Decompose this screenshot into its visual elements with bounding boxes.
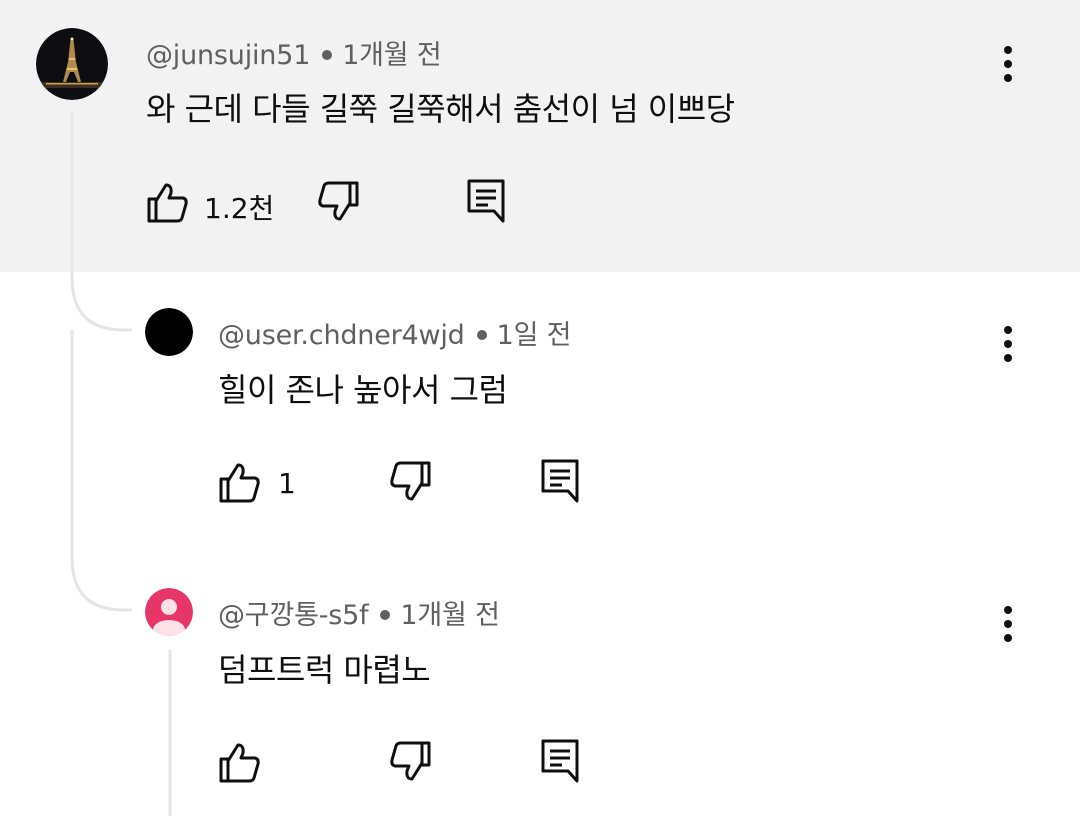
thumbs-up-icon[interactable]: [146, 180, 190, 224]
like-count: 1: [278, 467, 296, 500]
avatar[interactable]: [145, 588, 193, 636]
avatar[interactable]: [36, 28, 108, 100]
more-vert-icon[interactable]: [988, 314, 1028, 374]
comment-meta: @user.chdner4wjd 1일 전: [218, 313, 571, 352]
author-handle[interactable]: @junsujin51: [146, 40, 310, 71]
thumbs-down-icon[interactable]: [388, 460, 432, 504]
more-vert-icon[interactable]: [988, 34, 1028, 94]
comment-text: 힐이 존나 높아서 그럼: [218, 371, 508, 409]
reply-comment-icon[interactable]: [540, 458, 580, 504]
author-handle[interactable]: @구깡통-s5f: [218, 600, 369, 631]
comment-time[interactable]: 1개월 전: [400, 600, 499, 631]
avatar[interactable]: [145, 308, 193, 356]
comment-meta: @구깡통-s5f 1개월 전: [218, 593, 500, 632]
default-person-avatar-icon: [145, 588, 193, 636]
black-circle-avatar-icon: [145, 308, 193, 356]
more-vert-icon[interactable]: [988, 594, 1028, 654]
eiffel-tower-avatar-icon: [36, 28, 108, 100]
thumbs-down-icon[interactable]: [316, 180, 360, 224]
comment-actions: [218, 738, 598, 786]
comment-actions: 1.2천: [146, 178, 526, 226]
reply-comment-icon[interactable]: [540, 738, 580, 784]
comment-time[interactable]: 1일 전: [497, 320, 572, 351]
reply-comment-icon[interactable]: [466, 178, 506, 224]
separator-dot: [322, 49, 333, 60]
comment-time[interactable]: 1개월 전: [342, 40, 441, 71]
comment-text: 덤프트럭 마렵노: [218, 651, 431, 689]
comment-meta: @junsujin51 1개월 전: [146, 33, 442, 72]
thumbs-down-icon[interactable]: [388, 740, 432, 784]
like-count: 1.2천: [204, 192, 275, 225]
thumbs-up-icon[interactable]: [218, 460, 262, 504]
author-handle[interactable]: @user.chdner4wjd: [218, 320, 465, 351]
comment-text: 와 근데 다들 길쭉 길쭉해서 춤선이 넘 이쁘당: [146, 90, 735, 128]
thumbs-up-icon[interactable]: [218, 740, 262, 784]
separator-dot: [476, 329, 487, 340]
comment-actions: 1: [218, 458, 598, 506]
separator-dot: [380, 609, 391, 620]
